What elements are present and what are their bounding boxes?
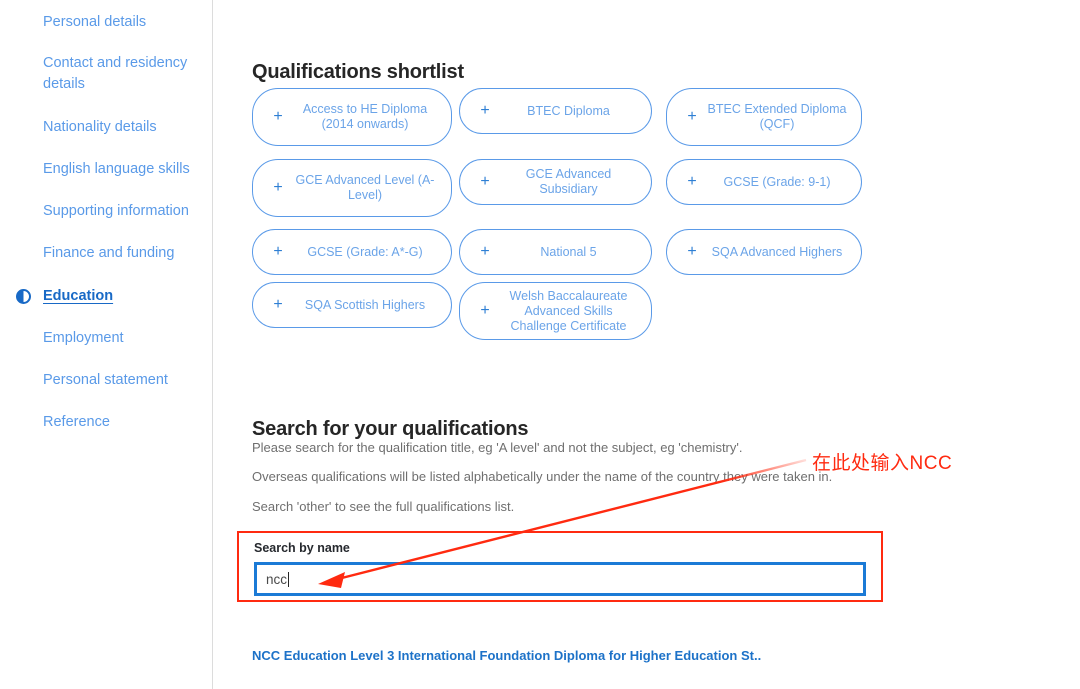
plus-icon: + (480, 173, 490, 190)
main-content: Qualifications shortlist + Access to HE D… (213, 0, 1080, 689)
sidebar-item-personal-statement[interactable]: Personal statement (43, 370, 168, 391)
text-caret (288, 571, 290, 587)
qualification-chip[interactable]: + GCE Advanced Level (A-Level) (252, 159, 452, 217)
sidebar-item-english-language-skills[interactable]: English language skills (43, 159, 190, 180)
plus-icon: + (480, 302, 490, 319)
plus-icon: + (273, 179, 283, 196)
qualification-chip-label: GCE Advanced Subsidiary (525, 167, 612, 196)
qualification-chip-label: BTEC Extended Diploma (QCF) (707, 102, 847, 131)
qualification-chip[interactable]: + Welsh Baccalaureate Advanced Skills Cha… (459, 282, 652, 340)
qualification-chip-label: GCSE (Grade: 9-1) (723, 174, 831, 189)
search-input-value: ncc (266, 571, 288, 587)
search-result-link[interactable]: NCC Education Level 3 International Foun… (252, 648, 761, 663)
plus-icon: + (687, 173, 697, 190)
section-title-search-qualifications: Search for your qualifications (252, 417, 529, 440)
page-title-qualifications-shortlist: Qualifications shortlist (252, 60, 464, 83)
qualification-chip[interactable]: + SQA Advanced Highers (666, 229, 862, 275)
plus-icon: + (480, 102, 490, 119)
qualification-chip[interactable]: + Access to HE Diploma (2014 onwards) (252, 88, 452, 146)
qualification-chip[interactable]: + BTEC Extended Diploma (QCF) (666, 88, 862, 146)
application-sidebar-nav: Personal details Contact and residency de… (0, 0, 213, 689)
qualification-chip-label: National 5 (540, 244, 597, 259)
qualification-chip-label: Access to HE Diploma (2014 onwards) (302, 102, 428, 131)
search-help-paragraph: Please search for the qualification titl… (252, 440, 743, 455)
annotation-label: 在此处输入NCC (812, 453, 953, 474)
qualification-chip-label: SQA Advanced Highers (711, 244, 843, 259)
plus-icon: + (687, 108, 697, 125)
search-field-highlight-box: Search by name ncc (237, 531, 883, 602)
search-field-label: Search by name (254, 541, 350, 555)
sidebar-item-employment[interactable]: Employment (43, 328, 124, 349)
sidebar-item-reference[interactable]: Reference (43, 412, 110, 433)
qualification-chip-label: GCSE (Grade: A*-G) (307, 244, 423, 259)
plus-icon: + (687, 243, 697, 260)
sidebar-item-contact-and-residency-details[interactable]: Contact and residency details (43, 53, 187, 95)
application-page: Personal details Contact and residency de… (0, 0, 1080, 689)
search-help-paragraph: Overseas qualifications will be listed a… (252, 469, 833, 484)
qualification-chip-label: Welsh Baccalaureate Advanced Skills Chal… (509, 288, 628, 333)
qualification-chip-label: BTEC Diploma (527, 103, 610, 118)
sidebar-item-education[interactable]: Education (43, 286, 113, 307)
qualification-chip-label: SQA Scottish Highers (304, 297, 426, 312)
qualification-chip[interactable]: + GCSE (Grade: A*-G) (252, 229, 452, 275)
plus-icon: + (273, 296, 283, 313)
sidebar-item-personal-details[interactable]: Personal details (43, 12, 146, 33)
plus-icon: + (273, 243, 283, 260)
qualification-chip[interactable]: + SQA Scottish Highers (252, 282, 452, 328)
qualification-chip[interactable]: + National 5 (459, 229, 652, 275)
sidebar-item-nationality-details[interactable]: Nationality details (43, 117, 157, 138)
plus-icon: + (480, 243, 490, 260)
search-help-paragraph: Search 'other' to see the full qualifica… (252, 499, 515, 514)
half-filled-circle-icon (16, 289, 31, 304)
search-input[interactable]: ncc (254, 562, 866, 596)
plus-icon: + (273, 108, 283, 125)
qualification-chip[interactable]: + GCE Advanced Subsidiary (459, 159, 652, 205)
sidebar-item-finance-and-funding[interactable]: Finance and funding (43, 243, 174, 264)
qualification-chip[interactable]: + GCSE (Grade: 9-1) (666, 159, 862, 205)
qualification-chip-label: GCE Advanced Level (A-Level) (295, 173, 435, 202)
sidebar-item-supporting-information[interactable]: Supporting information (43, 201, 189, 222)
qualification-chip[interactable]: + BTEC Diploma (459, 88, 652, 134)
